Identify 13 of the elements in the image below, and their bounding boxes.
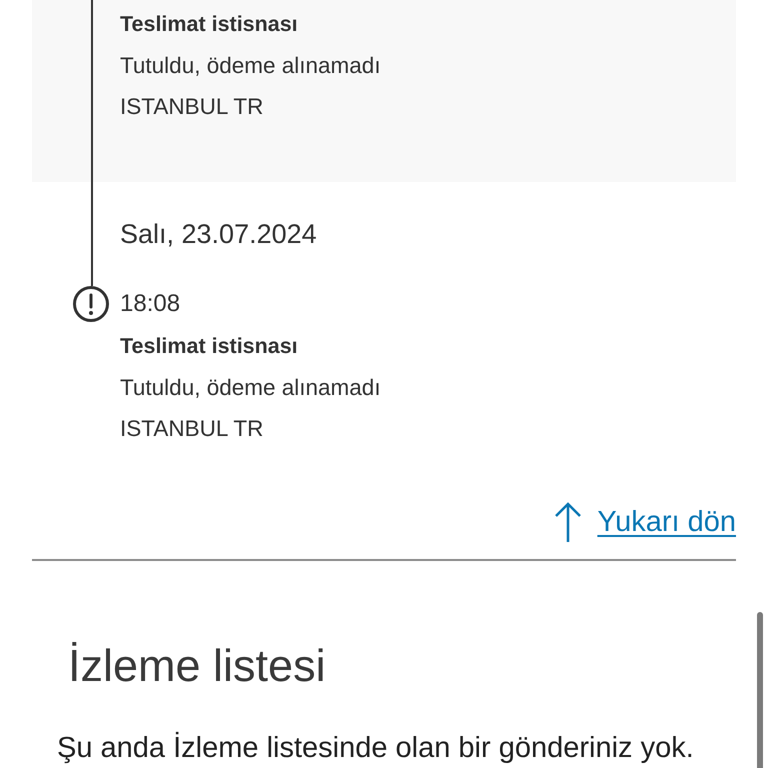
event-time: 18:08 (120, 289, 180, 319)
date-heading: Salı, 23.07.2024 (120, 218, 317, 250)
back-to-top-link[interactable]: Yukarı dön (597, 505, 736, 539)
event-title: Teslimat istisnası (120, 333, 298, 360)
up-arrow-icon[interactable] (553, 501, 584, 543)
scrollbar-thumb[interactable] (757, 612, 763, 768)
event-status: Tutuldu, ödeme alınamadı (120, 374, 381, 402)
event-title: Teslimat istisnası (120, 11, 298, 38)
event-location: ISTANBUL TR (120, 93, 264, 121)
event-status: Tutuldu, ödeme alınamadı (120, 52, 381, 80)
event-location: ISTANBUL TR (120, 415, 264, 443)
watchlist-message: Şu anda İzleme listesinde olan bir gönderiniz yok. (57, 732, 694, 764)
watchlist-title: İzleme listesi (68, 639, 326, 693)
